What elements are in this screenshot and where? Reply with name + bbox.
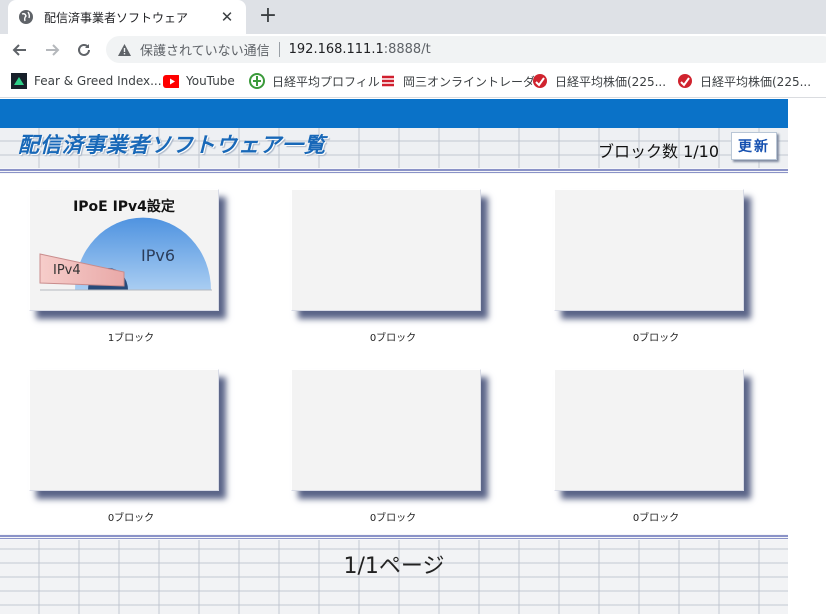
back-arrow-icon[interactable] <box>9 39 31 61</box>
tile-title: IPoE IPv4設定 <box>73 199 175 215</box>
tile-caption: 0ブロック <box>369 333 417 344</box>
bookmark-label: 日経平均プロフィル <box>272 74 380 89</box>
forward-arrow-icon[interactable] <box>41 39 63 61</box>
youtube-icon <box>163 73 179 89</box>
globe-icon <box>18 9 34 25</box>
address-bar[interactable]: 保護されていない通信 192.168.111.1 :8888/t <box>106 36 826 63</box>
bookmark-nikkei-stock-1[interactable]: 日経平均株価(225... <box>532 72 666 90</box>
new-tab-button[interactable]: + <box>255 3 281 29</box>
close-icon[interactable]: ✕ <box>218 8 236 26</box>
nikkei-stock-icon <box>532 73 548 89</box>
software-tile-empty[interactable] <box>554 189 744 311</box>
reload-icon[interactable] <box>73 39 95 61</box>
header-divider <box>0 169 788 173</box>
bookmark-nikkei-profile[interactable]: 日経平均プロフィル <box>249 72 380 90</box>
page-title: 配信済事業者ソフトウェア一覧 <box>18 133 326 157</box>
bookmark-label: 日経平均株価(225... <box>700 74 812 89</box>
nikkei-stock-icon <box>677 73 693 89</box>
tab-strip: 配信済事業者ソフトウェア ✕ + <box>0 0 826 34</box>
page-gutter <box>788 99 826 614</box>
footer-divider <box>0 535 788 539</box>
ipv4-label: IPv4 <box>53 263 81 278</box>
software-tile-empty[interactable] <box>29 369 219 491</box>
bookmark-label: YouTube <box>186 74 235 88</box>
nikkei-profile-icon <box>249 73 265 89</box>
fear-greed-icon <box>11 73 27 89</box>
tile-caption: 0ブロック <box>632 333 680 344</box>
software-tile-empty[interactable] <box>554 369 744 491</box>
page-content: 配信済事業者ソフトウェア一覧 ブロック数 1/10 更新 IPoE IPv4設定… <box>0 99 788 614</box>
software-tile-empty[interactable] <box>291 189 481 311</box>
bookmark-okasan[interactable]: 岡三オンライントレーダ... <box>380 72 546 90</box>
tile-caption: 0ブロック <box>632 513 680 524</box>
bookmark-fear-greed[interactable]: Fear & Greed Index... <box>11 72 162 90</box>
tile-caption: 0ブロック <box>369 513 417 524</box>
tile-grid: IPoE IPv4設定 IPv6 IPv4 1ブロック 0ブロック 0ブロック … <box>0 174 788 534</box>
browser-tab[interactable]: 配信済事業者ソフトウェア ✕ <box>8 0 246 34</box>
url-path[interactable]: :8888/t <box>384 42 431 57</box>
bookmark-nikkei-stock-2[interactable]: 日経平均株価(225... <box>677 72 811 90</box>
pager-label: 1/1ページ <box>343 554 445 579</box>
software-tile-ipoe[interactable]: IPoE IPv4設定 IPv6 IPv4 <box>29 189 219 311</box>
warning-icon[interactable] <box>116 42 132 58</box>
browser-toolbar: 保護されていない通信 192.168.111.1 :8888/t <box>0 34 826 65</box>
url-host[interactable]: 192.168.111.1 <box>289 42 384 57</box>
tile-caption: 0ブロック <box>107 513 155 524</box>
bookmark-label: Fear & Greed Index... <box>34 74 162 88</box>
refresh-button[interactable]: 更新 <box>731 132 777 160</box>
header-blue-bar <box>0 99 788 128</box>
bookmark-label: 日経平均株価(225... <box>555 74 667 89</box>
bookmark-label: 岡三オンライントレーダ... <box>403 74 547 89</box>
bookmark-youtube[interactable]: YouTube <box>163 72 235 90</box>
ipv6-label: IPv6 <box>141 246 176 265</box>
software-tile-empty[interactable] <box>291 369 481 491</box>
tile-caption: 1ブロック <box>107 333 155 344</box>
security-label[interactable]: 保護されていない通信 <box>140 40 270 59</box>
omnibox-separator <box>278 42 280 57</box>
block-count: ブロック数 1/10 <box>598 142 720 161</box>
tab-title: 配信済事業者ソフトウェア <box>44 10 189 25</box>
okasan-icon <box>380 73 396 89</box>
bookmarks-bar: Fear & Greed Index... YouTube 日経平均プロフィル … <box>0 65 826 98</box>
